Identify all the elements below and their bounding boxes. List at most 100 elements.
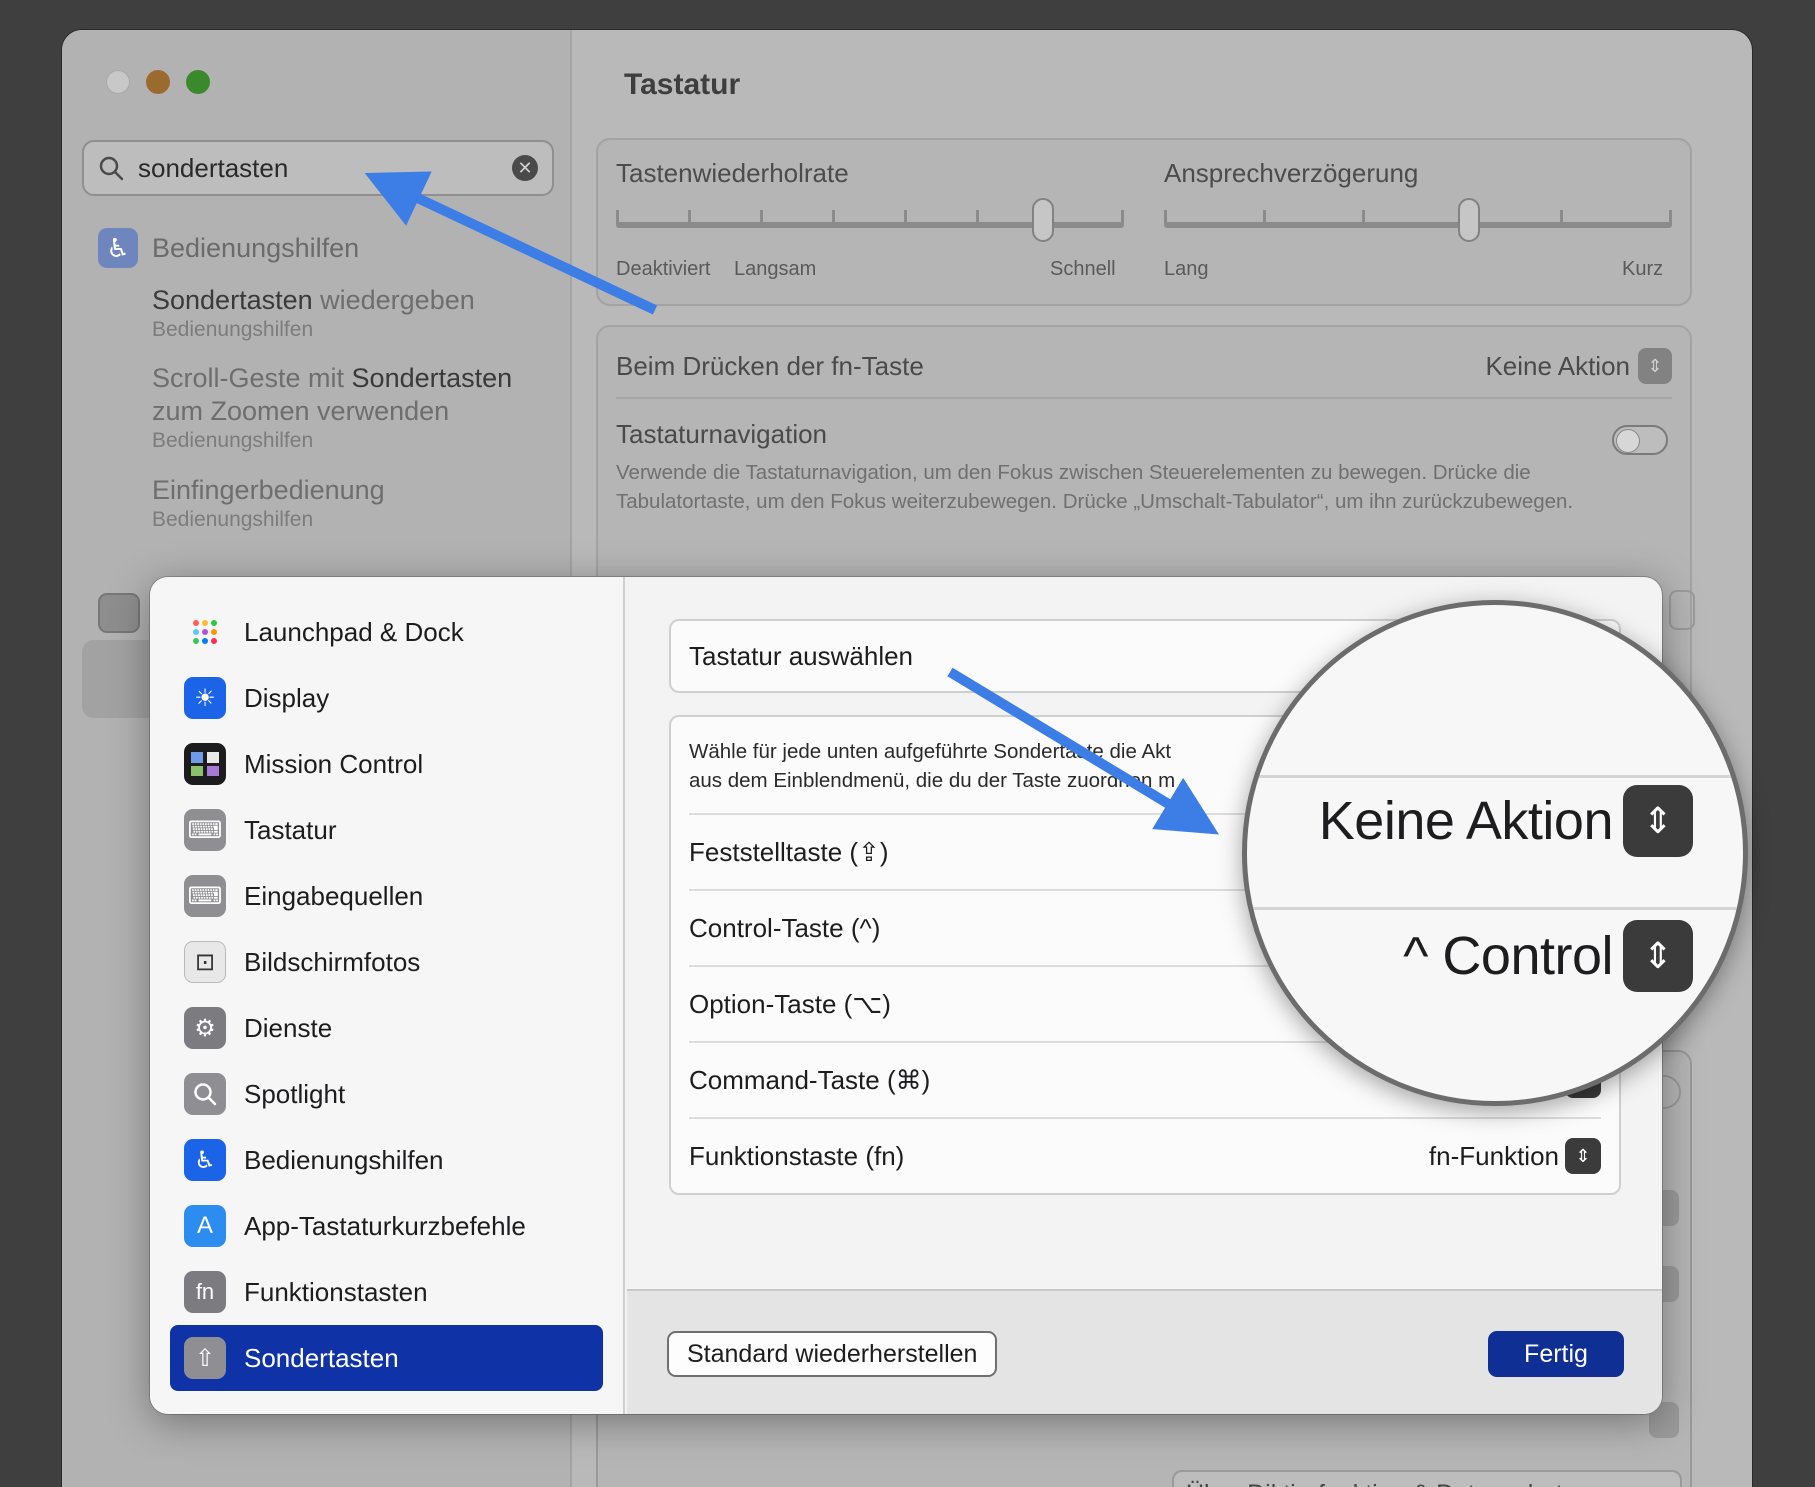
key-repeat-slider-thumb[interactable]: [1031, 198, 1054, 242]
modifier-key-label: Option-Taste (⌥): [689, 988, 891, 1019]
sidebar-item-keyboard[interactable]: ⌨ Tastatur: [170, 797, 603, 863]
modifier-keys-icon: ⇧: [184, 1337, 226, 1379]
keyboard-navigation-title: Tastaturnavigation: [616, 419, 828, 449]
delay-label: Ansprechverzögerung: [1164, 158, 1419, 188]
magnified-value: Keine Aktion: [1318, 791, 1614, 851]
delay-min-label: Lang: [1164, 258, 1209, 280]
magnified-control-popup: ^ Control ⇕: [1403, 920, 1693, 992]
sidebar-item-app-shortcuts[interactable]: A App-Tastaturkurzbefehle: [170, 1193, 603, 1259]
search-result-item[interactable]: Scroll-Geste mit Sondertasten zum Zoomen…: [152, 362, 512, 454]
sidebar-item-label: Bedienungshilfen: [244, 1144, 444, 1175]
keyboard-navigation-description: Verwende die Tastaturnavigation, um den …: [616, 461, 1574, 513]
sidebar-item-label: Funktionstasten: [244, 1276, 428, 1307]
sidebar-item-label: Mission Control: [244, 748, 424, 779]
search-result-item[interactable]: Sondertasten wiedergeben Bedienungshilfe…: [152, 284, 475, 343]
accessibility-icon: ♿: [98, 228, 138, 268]
minimize-window-button[interactable]: [146, 70, 170, 94]
restore-defaults-button[interactable]: Standard wiederherstellen: [667, 1331, 998, 1377]
key-repeat-slider-group: Tastenwiederholrate: [616, 158, 1116, 189]
sidebar-item-label: Spotlight: [244, 1078, 346, 1109]
search-result-category[interactable]: ♿ Bedienungshilfen: [98, 228, 359, 268]
spotlight-icon: [184, 1073, 226, 1115]
delay-slider[interactable]: [1164, 222, 1672, 228]
input-sources-icon: ⌨: [184, 875, 226, 917]
sidebar-item-label: Display: [244, 682, 330, 713]
search-result-title: Scroll-Geste mit Sondertasten: [152, 363, 513, 393]
sidebar-item-function-keys[interactable]: fn Funktionstasten: [170, 1259, 603, 1325]
chevron-up-down-icon: ⇕: [1623, 920, 1693, 992]
chevron-up-down-icon: ⇕: [1638, 348, 1672, 384]
screenshot-icon: ⊡: [184, 941, 226, 983]
modifier-key-label: Command-Taste (⌘): [689, 1064, 931, 1095]
sidebar-item-services[interactable]: ⚙ Dienste: [170, 995, 603, 1061]
sidebar-item-mission-control[interactable]: Mission Control: [170, 731, 603, 797]
window-controls: [106, 70, 210, 94]
dictation-privacy-button[interactable]: Über Diktierfunktion & Datenschutz: [1172, 1470, 1682, 1487]
keyboard-navigation-toggle[interactable]: [1612, 425, 1668, 455]
done-button[interactable]: Fertig: [1488, 1331, 1624, 1377]
search-result-category-label: Bedienungshilfen: [152, 232, 360, 263]
search-icon: [99, 156, 124, 181]
delay-slider-thumb[interactable]: [1457, 198, 1480, 242]
zoom-magnifier: Keine Aktion ⇕ ^ Control ⇕: [1242, 600, 1748, 1106]
chevron-up-down-icon: ⇕: [1565, 1138, 1601, 1174]
clear-search-icon[interactable]: ✕: [512, 155, 538, 181]
sidebar-item-modifier-keys[interactable]: ⇧ Sondertasten: [170, 1325, 603, 1391]
sidebar-item-launchpad[interactable]: Launchpad & Dock: [170, 599, 603, 665]
delay-max-label: Kurz: [1622, 258, 1664, 280]
close-window-button[interactable]: [106, 70, 130, 94]
search-result-subtitle: Bedienungshilfen: [152, 508, 314, 531]
sidebar-item-label: Bildschirmfotos: [244, 946, 421, 977]
chevron-up-down-icon: ⇕: [1623, 785, 1693, 857]
search-result-title: Sondertasten wiedergeben: [152, 285, 475, 315]
fn-key-label: Beim Drücken der fn-Taste: [616, 350, 924, 381]
search-field[interactable]: sondertasten ✕: [82, 140, 554, 196]
search-input[interactable]: sondertasten: [138, 153, 512, 184]
search-result-subtitle: Bedienungshilfen: [152, 318, 314, 341]
zoom-window-button[interactable]: [186, 70, 210, 94]
sidebar-item-screenshots[interactable]: ⊡ Bildschirmfotos: [170, 929, 603, 995]
search-result-item[interactable]: Einfingerbedienung Bedienungshilfen: [152, 474, 385, 533]
sidebar-item-display[interactable]: ☀ Display: [170, 665, 603, 731]
key-repeat-min-label: Deaktiviert: [616, 258, 711, 280]
keyboard-icon: ⌨: [184, 809, 226, 851]
sidebar-item-label: Tastatur: [244, 814, 337, 845]
key-repeat-label: Tastenwiederholrate: [616, 158, 849, 188]
sidebar-item-label: Dienste: [244, 1012, 333, 1043]
accessibility-icon: ♿: [184, 1139, 226, 1181]
services-icon: ⚙: [184, 1007, 226, 1049]
dialog-sidebar: Launchpad & Dock ☀ Display Mission Contr…: [150, 577, 625, 1414]
sidebar-item-label: Sondertasten: [244, 1342, 399, 1373]
keyboard-icon: [98, 593, 140, 633]
fn-key-value: Keine Aktion: [1485, 350, 1630, 381]
select-keyboard-label: Tastatur auswählen: [689, 640, 914, 671]
magnified-value: ^ Control: [1403, 926, 1613, 986]
key-repeat-card: Tastenwiederholrate Deaktiviert Langsam …: [596, 138, 1692, 306]
launchpad-icon: [184, 611, 226, 653]
sidebar-item-label: Eingabequellen: [244, 880, 424, 911]
key-repeat-slow-label: Langsam: [734, 258, 817, 280]
magnified-caps-lock-popup: Keine Aktion ⇕: [1319, 785, 1693, 857]
sidebar-item-label: Launchpad & Dock: [244, 616, 464, 647]
delay-slider-group: Ansprechverzögerung: [1164, 158, 1664, 189]
app-shortcuts-icon: A: [184, 1205, 226, 1247]
partial-button-edge: [1669, 590, 1695, 630]
search-result-subtitle: Bedienungshilfen: [152, 429, 314, 452]
modifier-popup[interactable]: fn-Funktion ⇕: [1429, 1138, 1601, 1174]
search-result-title: Einfingerbedienung: [152, 475, 385, 505]
page-title: Tastatur: [624, 68, 741, 101]
modifier-key-label: Funktionstaste (fn): [689, 1140, 905, 1171]
dialog-footer: Standard wiederherstellen Fertig: [627, 1289, 1662, 1414]
sidebar-item-spotlight[interactable]: Spotlight: [170, 1061, 603, 1127]
fn-icon: fn: [184, 1271, 226, 1313]
sidebar-item-input-sources[interactable]: ⌨ Eingabequellen: [170, 863, 603, 929]
modifier-row-function: Funktionstaste (fn) fn-Funktion ⇕: [689, 1117, 1601, 1193]
key-repeat-max-label: Schnell: [1050, 258, 1116, 280]
sidebar-item-label: App-Tastaturkurzbefehle: [244, 1210, 526, 1241]
search-result-title-line2: zum Zoomen verwenden: [152, 396, 450, 426]
keyboard-navigation-block: Tastaturnavigation Verwende die Tastatur…: [616, 419, 1672, 516]
fn-key-popup[interactable]: Keine Aktion ⇕: [1485, 348, 1672, 384]
sidebar-item-accessibility[interactable]: ♿ Bedienungshilfen: [170, 1127, 603, 1193]
modifier-key-label: Control-Taste (^): [689, 912, 881, 943]
fn-key-row: Beim Drücken der fn-Taste Keine Aktion ⇕: [616, 345, 1672, 399]
